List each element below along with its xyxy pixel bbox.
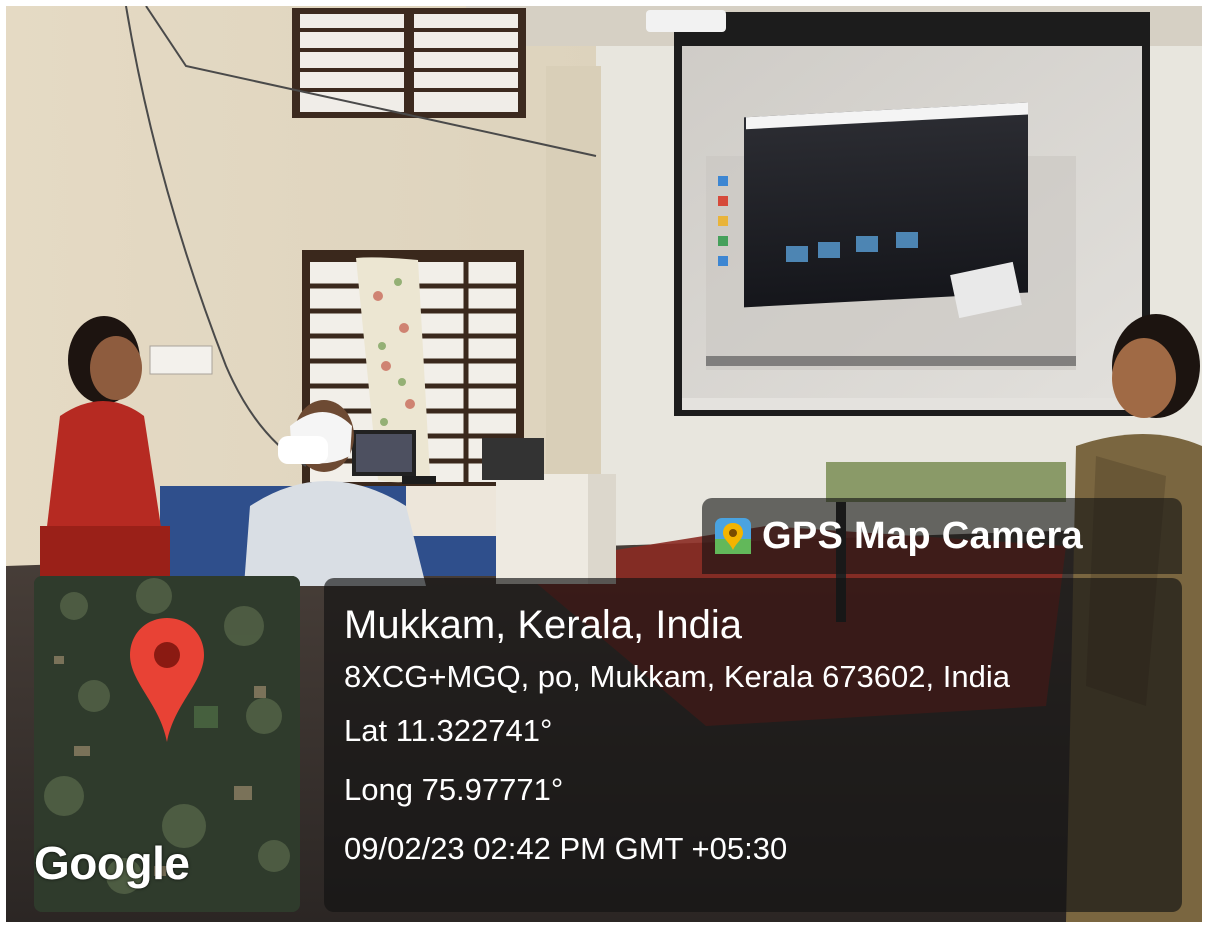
location-pin-icon	[130, 618, 204, 742]
app-brand-label: GPS Map Camera	[762, 514, 1083, 557]
cpu	[482, 438, 544, 480]
gps-map-camera-badge: GPS Map Camera	[702, 498, 1182, 574]
side-cabinet	[496, 474, 616, 584]
address-line: 8XCG+MGQ, po, Mukkam, Kerala 673602, Ind…	[344, 659, 1010, 694]
projector-screen	[674, 12, 1150, 416]
google-attribution: Google	[34, 837, 190, 889]
vent-window	[292, 8, 526, 118]
photo-frame: Google GPS Map Camera Mukkam, Kerala, In…	[6, 6, 1202, 922]
map-pin-app-icon	[715, 518, 751, 554]
longitude: Long 75.97771°	[344, 772, 564, 807]
latitude: Lat 11.322741°	[344, 713, 553, 748]
switchboard	[149, 345, 213, 375]
location-title: Mukkam, Kerala, India	[344, 603, 742, 647]
ceiling-projector	[646, 10, 726, 32]
timestamp: 09/02/23 02:42 PM GMT +05:30	[344, 831, 788, 866]
location-info-panel: Mukkam, Kerala, India 8XCG+MGQ, po, Mukk…	[324, 578, 1182, 912]
